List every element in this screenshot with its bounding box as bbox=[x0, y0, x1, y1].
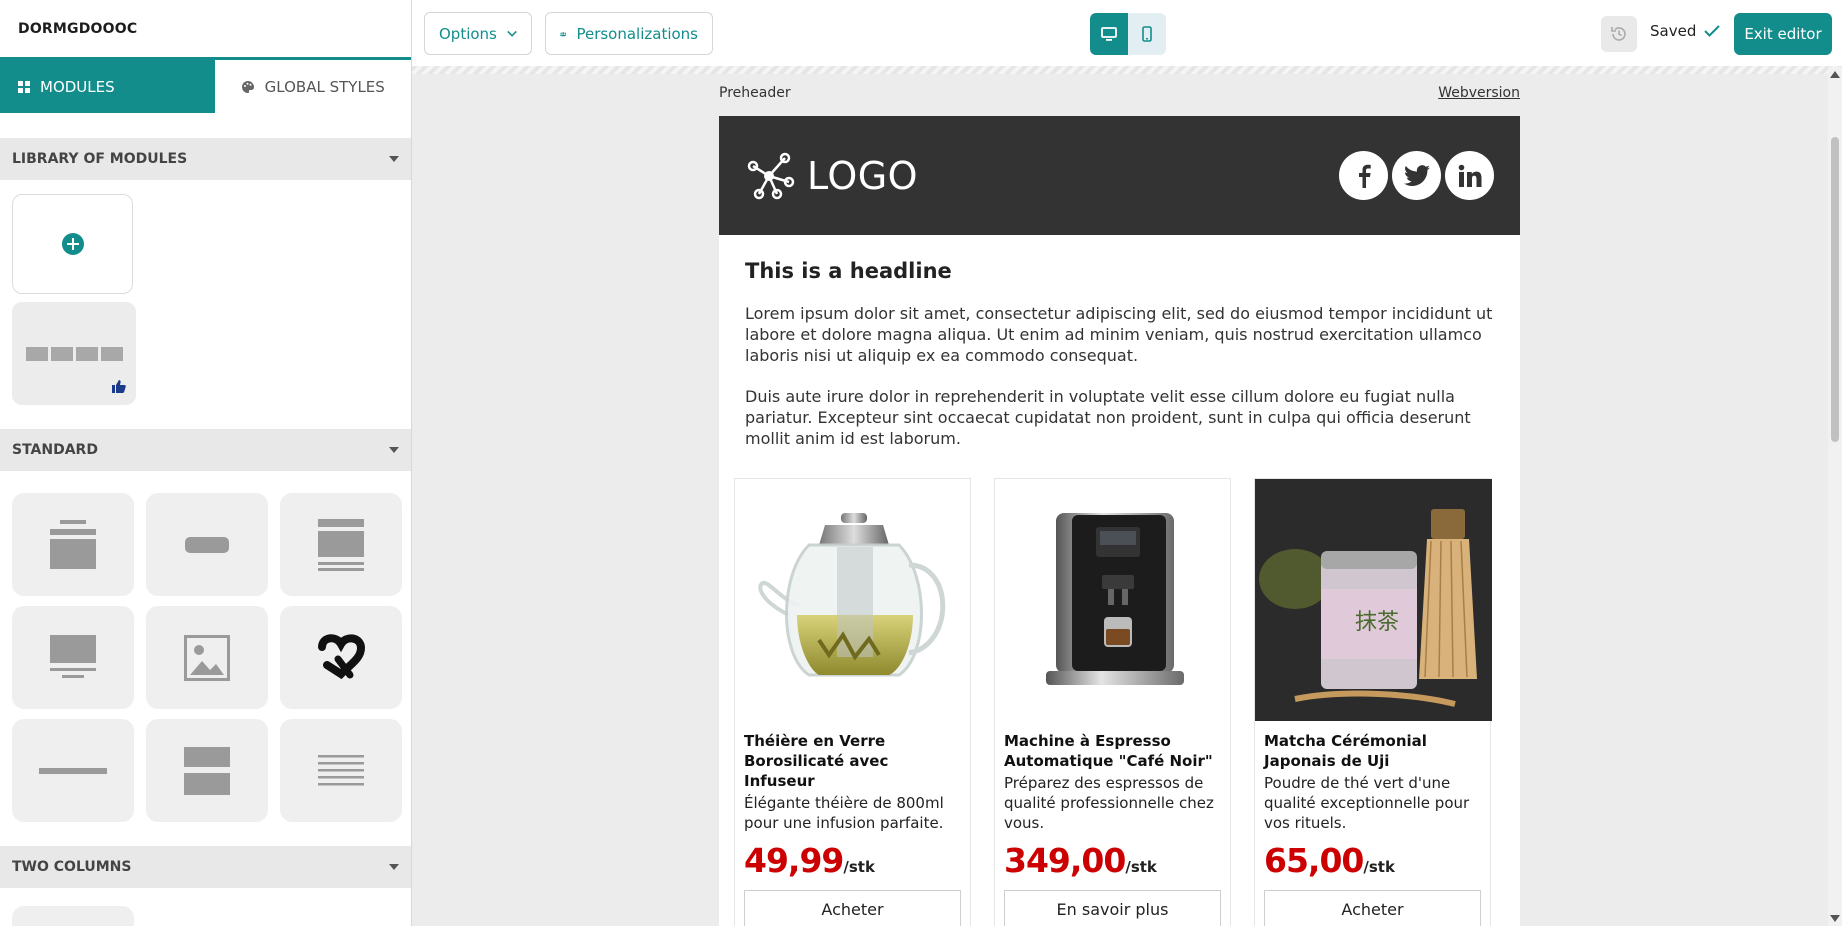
social-links bbox=[1339, 151, 1494, 200]
product-row: Théière en Verre Borosilicaté avec Infus… bbox=[734, 478, 1492, 926]
product-card[interactable]: 抹茶 Matcha Cérémonial Japonais de Uji Pou… bbox=[1254, 478, 1492, 926]
heart-brand-module[interactable] bbox=[280, 606, 402, 709]
buy-button[interactable]: Acheter bbox=[1264, 890, 1481, 926]
scroll-up-icon[interactable] bbox=[1830, 71, 1840, 78]
product-title: Machine à Espresso Automatique "Café Noi… bbox=[1004, 732, 1213, 770]
exit-editor-button[interactable]: Exit editor bbox=[1734, 13, 1832, 55]
library-section-header[interactable]: LIBRARY OF MODULES bbox=[0, 138, 411, 180]
library-section-label: LIBRARY OF MODULES bbox=[12, 151, 188, 167]
learn-more-button[interactable]: En savoir plus bbox=[1004, 890, 1221, 926]
project-title: DORMGDOOOC bbox=[0, 0, 411, 60]
buy-button[interactable]: Acheter bbox=[744, 890, 961, 926]
editor-toolbar: Options Personalizations Saved Exit edit… bbox=[412, 0, 1842, 74]
toolbar-divider bbox=[412, 66, 1842, 74]
product-description: Préparez des espressos de qualité profes… bbox=[1004, 774, 1214, 832]
mobile-icon bbox=[1142, 26, 1152, 42]
palette-icon bbox=[241, 80, 255, 94]
preheader-text[interactable]: Preheader bbox=[719, 85, 791, 101]
history-button[interactable] bbox=[1601, 16, 1637, 52]
logo-text: LOGO bbox=[807, 153, 919, 198]
device-toggle bbox=[1090, 13, 1166, 55]
linkedin-icon[interactable] bbox=[1445, 151, 1494, 200]
text-image-module[interactable] bbox=[280, 493, 402, 596]
price-value: 65,00 bbox=[1264, 841, 1364, 880]
product-price: 49,99 /stk bbox=[735, 833, 970, 880]
espresso-machine-image[interactable] bbox=[995, 479, 1232, 721]
mobile-view-button[interactable] bbox=[1128, 13, 1166, 55]
price-value: 49,99 bbox=[744, 841, 844, 880]
network-logo-icon bbox=[747, 152, 795, 199]
two-columns-section-header[interactable]: TWO COLUMNS bbox=[0, 846, 411, 888]
header-block-module[interactable] bbox=[12, 493, 134, 596]
product-description: Élégante théière de 800ml pour une infus… bbox=[744, 794, 944, 832]
editor-sidebar: DORMGDOOOC MODULES GLOBAL STYLES LIBRARY… bbox=[0, 0, 412, 926]
two-columns-section-label: TWO COLUMNS bbox=[12, 859, 132, 875]
canvas-scrollbar[interactable] bbox=[1828, 67, 1842, 926]
users-icon bbox=[560, 31, 567, 36]
email-paragraph[interactable]: Lorem ipsum dolor sit amet, consectetur … bbox=[719, 303, 1520, 366]
facebook-icon[interactable] bbox=[1339, 151, 1388, 200]
personalizations-button[interactable]: Personalizations bbox=[545, 12, 713, 55]
standard-section-label: STANDARD bbox=[12, 442, 98, 458]
webversion-link[interactable]: Webversion bbox=[1438, 85, 1520, 101]
email-paragraph[interactable]: Duis aute irure dolor in reprehenderit i… bbox=[719, 386, 1520, 449]
logo[interactable]: LOGO bbox=[745, 150, 918, 202]
scroll-down-icon[interactable] bbox=[1830, 915, 1840, 922]
product-title: Matcha Cérémonial Japonais de Uji bbox=[1264, 732, 1427, 770]
caret-down-icon bbox=[389, 447, 399, 453]
tab-modules-label: MODULES bbox=[40, 77, 115, 96]
two-column-module-tile[interactable] bbox=[12, 906, 134, 926]
button-module[interactable] bbox=[146, 493, 268, 596]
tab-global-styles-label: GLOBAL STYLES bbox=[264, 77, 385, 96]
email-header[interactable]: LOGO bbox=[719, 116, 1520, 235]
price-unit: /stk bbox=[843, 858, 875, 876]
personalizations-label: Personalizations bbox=[576, 24, 698, 43]
product-card[interactable]: Machine à Espresso Automatique "Café Noi… bbox=[994, 478, 1231, 926]
twitter-icon[interactable] bbox=[1392, 151, 1441, 200]
image-text-module[interactable] bbox=[12, 606, 134, 709]
text-module[interactable] bbox=[280, 719, 402, 822]
price-unit: /stk bbox=[1363, 858, 1395, 876]
tab-modules[interactable]: MODULES bbox=[0, 60, 215, 113]
email-headline[interactable]: This is a headline bbox=[719, 235, 1520, 283]
price-unit: /stk bbox=[1125, 858, 1157, 876]
caret-down-icon bbox=[389, 156, 399, 162]
saved-label: Saved bbox=[1650, 22, 1697, 40]
matcha-tin-image[interactable]: 抹茶 bbox=[1255, 479, 1492, 721]
standard-section-header[interactable]: STANDARD bbox=[0, 429, 411, 471]
add-module-button[interactable] bbox=[12, 194, 133, 294]
saved-module-tile[interactable] bbox=[12, 302, 136, 405]
two-rows-module[interactable] bbox=[146, 719, 268, 822]
tab-global-styles[interactable]: GLOBAL STYLES bbox=[214, 60, 411, 113]
caret-down-icon bbox=[389, 864, 399, 870]
options-label: Options bbox=[439, 24, 497, 43]
grid-icon bbox=[18, 80, 30, 93]
product-description: Poudre de thé vert d'une qualité excepti… bbox=[1264, 774, 1470, 832]
standard-modules-grid bbox=[0, 471, 411, 822]
product-price: 349,00 /stk bbox=[995, 833, 1230, 880]
save-status: Saved bbox=[1650, 22, 1721, 40]
thumbs-up-icon bbox=[112, 378, 126, 397]
sidebar-tabs: MODULES GLOBAL STYLES bbox=[0, 60, 411, 113]
history-icon bbox=[1611, 27, 1626, 41]
product-card[interactable]: Théière en Verre Borosilicaté avec Infus… bbox=[734, 478, 971, 926]
email-canvas: Preheader Webversion LOGO This is a head… bbox=[413, 75, 1828, 926]
library-modules bbox=[0, 180, 411, 405]
scrollbar-thumb[interactable] bbox=[1831, 137, 1839, 442]
email-body: LOGO This is a headline Lorem ipsum dolo… bbox=[719, 116, 1520, 926]
teapot-image[interactable] bbox=[735, 479, 972, 721]
options-button[interactable]: Options bbox=[424, 12, 532, 55]
divider-module[interactable] bbox=[12, 719, 134, 822]
desktop-icon bbox=[1101, 27, 1117, 41]
preheader-row: Preheader Webversion bbox=[719, 85, 1520, 101]
image-module[interactable] bbox=[146, 606, 268, 709]
plus-circle-icon bbox=[61, 233, 84, 255]
check-icon bbox=[1704, 25, 1721, 37]
price-value: 349,00 bbox=[1004, 841, 1126, 880]
chevron-down-icon bbox=[507, 30, 517, 37]
product-price: 65,00 /stk bbox=[1255, 833, 1490, 880]
desktop-view-button[interactable] bbox=[1090, 13, 1128, 55]
svg-text:抹茶: 抹茶 bbox=[1355, 610, 1399, 635]
product-title: Théière en Verre Borosilicaté avec Infus… bbox=[744, 732, 889, 790]
